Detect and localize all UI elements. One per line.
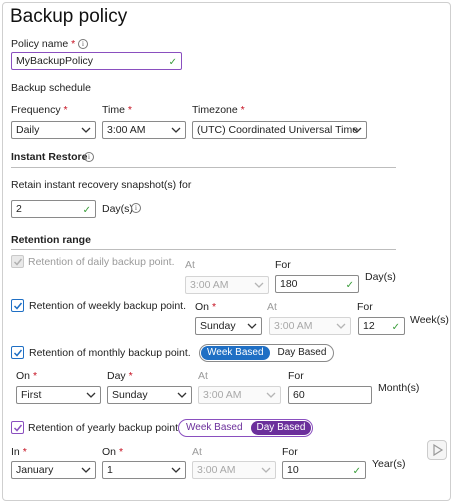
- retain-snapshot-label: Retain instant recovery snapshot(s) for: [11, 179, 192, 191]
- monthly-unit-label: Month(s): [378, 382, 420, 394]
- weekly-on-dropdown[interactable]: Sunday: [195, 317, 262, 335]
- yearly-for-input[interactable]: 10 ✓: [282, 461, 366, 479]
- info-icon[interactable]: i: [84, 152, 94, 162]
- yearly-in-label: In *: [11, 446, 27, 458]
- monthly-day-label: Day *: [107, 370, 133, 382]
- chevron-down-icon: [177, 392, 187, 398]
- monthly-at-label: At: [198, 370, 208, 382]
- frequency-dropdown[interactable]: Daily: [11, 121, 96, 139]
- yearly-on-dropdown[interactable]: 1: [102, 461, 186, 479]
- yearly-unit-label: Year(s): [372, 458, 406, 470]
- page-title: Backup policy: [10, 6, 128, 27]
- chevron-down-icon: [266, 392, 276, 398]
- yearly-day-based-option[interactable]: Day Based: [250, 421, 312, 435]
- yearly-in-dropdown[interactable]: January: [11, 461, 96, 479]
- chevron-down-icon: [86, 392, 96, 398]
- daily-unit-label: Day(s): [365, 271, 396, 283]
- yearly-on-label: On *: [102, 446, 124, 458]
- weekly-for-label: For: [357, 301, 373, 313]
- monthly-for-input[interactable]: 60: [288, 386, 372, 404]
- daily-retention-checkbox[interactable]: [11, 255, 24, 268]
- checkmark-icon: ✓: [352, 466, 361, 477]
- chevron-down-icon: [336, 323, 346, 329]
- chevron-down-icon: [261, 467, 271, 473]
- chevron-down-icon: [171, 127, 181, 133]
- daily-for-label: For: [275, 259, 291, 271]
- days-unit-label: Day(s): [102, 203, 133, 215]
- monthly-at-dropdown: 3:00 AM: [198, 386, 281, 404]
- weekly-on-label: On *: [195, 301, 217, 313]
- yearly-retention-label: Retention of yearly backup point.: [28, 422, 181, 434]
- yearly-at-label: At: [192, 446, 202, 458]
- chevron-down-icon: [254, 282, 264, 288]
- info-icon[interactable]: i: [78, 39, 88, 49]
- frequency-label: Frequency *: [11, 104, 68, 116]
- monthly-day-based-option[interactable]: Day Based: [272, 346, 333, 360]
- timezone-label: Timezone *: [192, 104, 245, 116]
- weekly-at-dropdown: 3:00 AM: [269, 317, 351, 335]
- monthly-on-dropdown[interactable]: First: [16, 386, 101, 404]
- weekly-at-label: At: [267, 301, 277, 313]
- daily-at-dropdown: 3:00 AM: [185, 276, 269, 294]
- daily-retention-label: Retention of daily backup point.: [28, 256, 175, 268]
- divider: [11, 167, 396, 168]
- checkmark-icon: ✓: [82, 205, 91, 216]
- chevron-down-icon: [81, 467, 91, 473]
- checkmark-icon: ✓: [391, 322, 400, 333]
- yearly-week-based-option[interactable]: Week Based: [180, 421, 249, 435]
- divider: [11, 249, 396, 250]
- time-label: Time *: [102, 104, 132, 116]
- monthly-retention-checkbox[interactable]: [11, 346, 24, 359]
- yearly-at-dropdown: 3:00 AM: [192, 461, 276, 479]
- instant-restore-days-input[interactable]: 2 ✓: [11, 200, 96, 218]
- chevron-down-icon: [352, 127, 362, 133]
- policy-name-input[interactable]: MyBackupPolicy ✓: [11, 52, 182, 70]
- retention-range-heading: Retention range: [11, 234, 91, 246]
- backup-schedule-heading: Backup schedule: [11, 82, 91, 94]
- checkmark-icon: ✓: [168, 57, 177, 68]
- yearly-basis-toggle[interactable]: Week Based Day Based: [178, 419, 314, 437]
- info-icon[interactable]: i: [131, 203, 141, 213]
- monthly-basis-toggle[interactable]: Week Based Day Based: [199, 344, 335, 362]
- weekly-for-input[interactable]: 12 ✓: [358, 317, 405, 335]
- policy-name-label: Policy name *: [11, 38, 76, 50]
- monthly-week-based-option[interactable]: Week Based: [201, 346, 270, 360]
- time-dropdown[interactable]: 3:00 AM: [102, 121, 186, 139]
- instant-restore-heading: Instant Restore: [11, 151, 88, 163]
- monthly-retention-label: Retention of monthly backup point.: [29, 347, 191, 359]
- chevron-down-icon: [81, 127, 91, 133]
- timezone-dropdown[interactable]: (UTC) Coordinated Universal Time: [192, 121, 367, 139]
- yearly-for-label: For: [282, 446, 298, 458]
- monthly-for-label: For: [288, 370, 304, 382]
- weekly-retention-label: Retention of weekly backup point.: [29, 300, 187, 312]
- yearly-retention-checkbox[interactable]: [11, 421, 24, 434]
- monthly-day-dropdown[interactable]: Sunday: [107, 386, 192, 404]
- checkmark-icon: ✓: [345, 280, 354, 291]
- weekly-unit-label: Week(s): [410, 314, 449, 326]
- chevron-down-icon: [171, 467, 181, 473]
- daily-for-input[interactable]: 180 ✓: [275, 275, 359, 293]
- play-icon[interactable]: [427, 440, 447, 460]
- daily-at-label: At: [185, 259, 195, 271]
- weekly-retention-checkbox[interactable]: [11, 299, 24, 312]
- monthly-on-label: On *: [16, 370, 38, 382]
- chevron-down-icon: [247, 323, 257, 329]
